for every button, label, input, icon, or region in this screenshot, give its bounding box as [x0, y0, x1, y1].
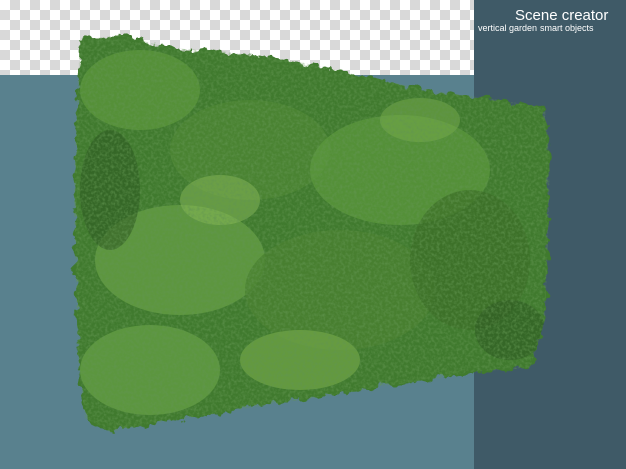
vertical-garden-image: [74, 35, 550, 432]
brand-subtitle-smart-objects: smart objects: [540, 23, 594, 33]
brand-title: Scene creator: [515, 7, 609, 24]
brand-subtitle-vertical-garden: vertical garden: [478, 23, 538, 33]
